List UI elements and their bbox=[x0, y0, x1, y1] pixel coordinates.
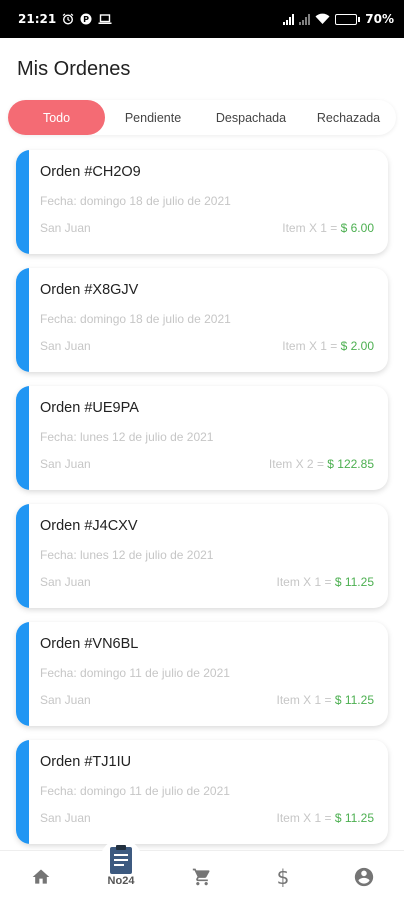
account-icon[interactable] bbox=[352, 865, 376, 889]
battery-percent: 70% bbox=[365, 12, 394, 26]
dollar-icon[interactable]: $ bbox=[271, 865, 295, 889]
order-date: Fecha: lunes 12 de julio de 2021 bbox=[40, 430, 214, 444]
order-city: San Juan bbox=[40, 693, 91, 707]
order-price: Item X 1 = $ 11.25 bbox=[276, 811, 374, 825]
order-date: Fecha: domingo 18 de julio de 2021 bbox=[40, 194, 231, 208]
data-saver-icon: P bbox=[80, 13, 92, 25]
order-city: San Juan bbox=[40, 221, 91, 235]
order-price: Item X 1 = $ 2.00 bbox=[282, 339, 374, 353]
order-number: Orden #UE9PA bbox=[40, 400, 139, 416]
order-city: San Juan bbox=[40, 339, 91, 353]
order-date: Fecha: domingo 18 de julio de 2021 bbox=[40, 312, 231, 326]
order-amount: $ 11.25 bbox=[334, 811, 374, 825]
order-qty: Item X 1 = bbox=[282, 339, 341, 353]
order-amount: $ 6.00 bbox=[340, 221, 374, 235]
wifi-icon bbox=[315, 13, 330, 25]
status-bar: 21:21 P 70% bbox=[0, 0, 404, 38]
order-status-tabs: Todo Pendiente Despachada Rechazada bbox=[8, 100, 396, 135]
card-accent-bar bbox=[16, 268, 29, 372]
signal-icon bbox=[283, 13, 295, 25]
tab-despachada[interactable]: Despachada bbox=[201, 100, 301, 135]
signal-secondary-icon bbox=[299, 13, 311, 25]
order-qty: Item X 1 = bbox=[276, 811, 335, 825]
tab-todo[interactable]: Todo bbox=[8, 100, 105, 135]
order-card[interactable]: Orden #CH2O9 Fecha: domingo 18 de julio … bbox=[16, 150, 388, 254]
order-date: Fecha: lunes 12 de julio de 2021 bbox=[40, 548, 214, 562]
cart-icon[interactable] bbox=[190, 865, 214, 889]
order-card[interactable]: Orden #X8GJV Fecha: domingo 18 de julio … bbox=[16, 268, 388, 372]
orders-nav-button[interactable]: No24 bbox=[92, 839, 150, 897]
order-city: San Juan bbox=[40, 457, 91, 471]
order-date: Fecha: domingo 11 de julio de 2021 bbox=[40, 784, 230, 798]
order-number: Orden #TJ1IU bbox=[40, 754, 132, 770]
home-icon[interactable] bbox=[29, 865, 53, 889]
tab-pendiente[interactable]: Pendiente bbox=[105, 100, 201, 135]
order-number: Orden #X8GJV bbox=[40, 282, 139, 298]
page-title: Mis Ordenes bbox=[17, 58, 131, 80]
svg-text:P: P bbox=[83, 15, 89, 24]
card-accent-bar bbox=[16, 150, 29, 254]
status-time: 21:21 bbox=[18, 12, 57, 26]
order-amount: $ 11.25 bbox=[334, 693, 374, 707]
card-accent-bar bbox=[16, 622, 29, 726]
order-city: San Juan bbox=[40, 811, 91, 825]
order-number: Orden #VN6BL bbox=[40, 636, 139, 652]
card-accent-bar bbox=[16, 504, 29, 608]
order-card[interactable]: Orden #UE9PA Fecha: lunes 12 de julio de… bbox=[16, 386, 388, 490]
order-number: Orden #CH2O9 bbox=[40, 164, 141, 180]
orders-icon bbox=[110, 845, 132, 874]
orders-list: Orden #CH2O9 Fecha: domingo 18 de julio … bbox=[16, 150, 388, 858]
bottom-nav: No24 $ bbox=[0, 839, 404, 900]
alarm-icon bbox=[62, 13, 74, 25]
order-amount: $ 2.00 bbox=[340, 339, 374, 353]
order-qty: Item X 1 = bbox=[282, 221, 341, 235]
order-price: Item X 1 = $ 11.25 bbox=[276, 575, 374, 589]
order-qty: Item X 1 = bbox=[276, 575, 335, 589]
order-date: Fecha: domingo 11 de julio de 2021 bbox=[40, 666, 230, 680]
order-qty: Item X 1 = bbox=[276, 693, 335, 707]
order-qty: Item X 2 = bbox=[268, 457, 328, 471]
tab-rechazada[interactable]: Rechazada bbox=[301, 100, 396, 135]
order-card[interactable]: Orden #VN6BL Fecha: domingo 11 de julio … bbox=[16, 622, 388, 726]
order-card[interactable]: Orden #J4CXV Fecha: lunes 12 de julio de… bbox=[16, 504, 388, 608]
order-amount: $ 11.25 bbox=[334, 575, 374, 589]
battery-icon bbox=[335, 13, 361, 25]
svg-text:$: $ bbox=[277, 866, 290, 888]
card-accent-bar bbox=[16, 740, 29, 844]
order-price: Item X 1 = $ 11.25 bbox=[276, 693, 374, 707]
order-amount: $ 122.85 bbox=[327, 457, 374, 471]
order-number: Orden #J4CXV bbox=[40, 518, 138, 534]
orders-nav-label: No24 bbox=[107, 875, 135, 887]
order-card[interactable]: Orden #TJ1IU Fecha: domingo 11 de julio … bbox=[16, 740, 388, 844]
laptop-icon bbox=[98, 13, 112, 25]
card-accent-bar bbox=[16, 386, 29, 490]
order-price: Item X 1 = $ 6.00 bbox=[282, 221, 374, 235]
order-price: Item X 2 = $ 122.85 bbox=[269, 457, 374, 471]
order-city: San Juan bbox=[40, 575, 91, 589]
